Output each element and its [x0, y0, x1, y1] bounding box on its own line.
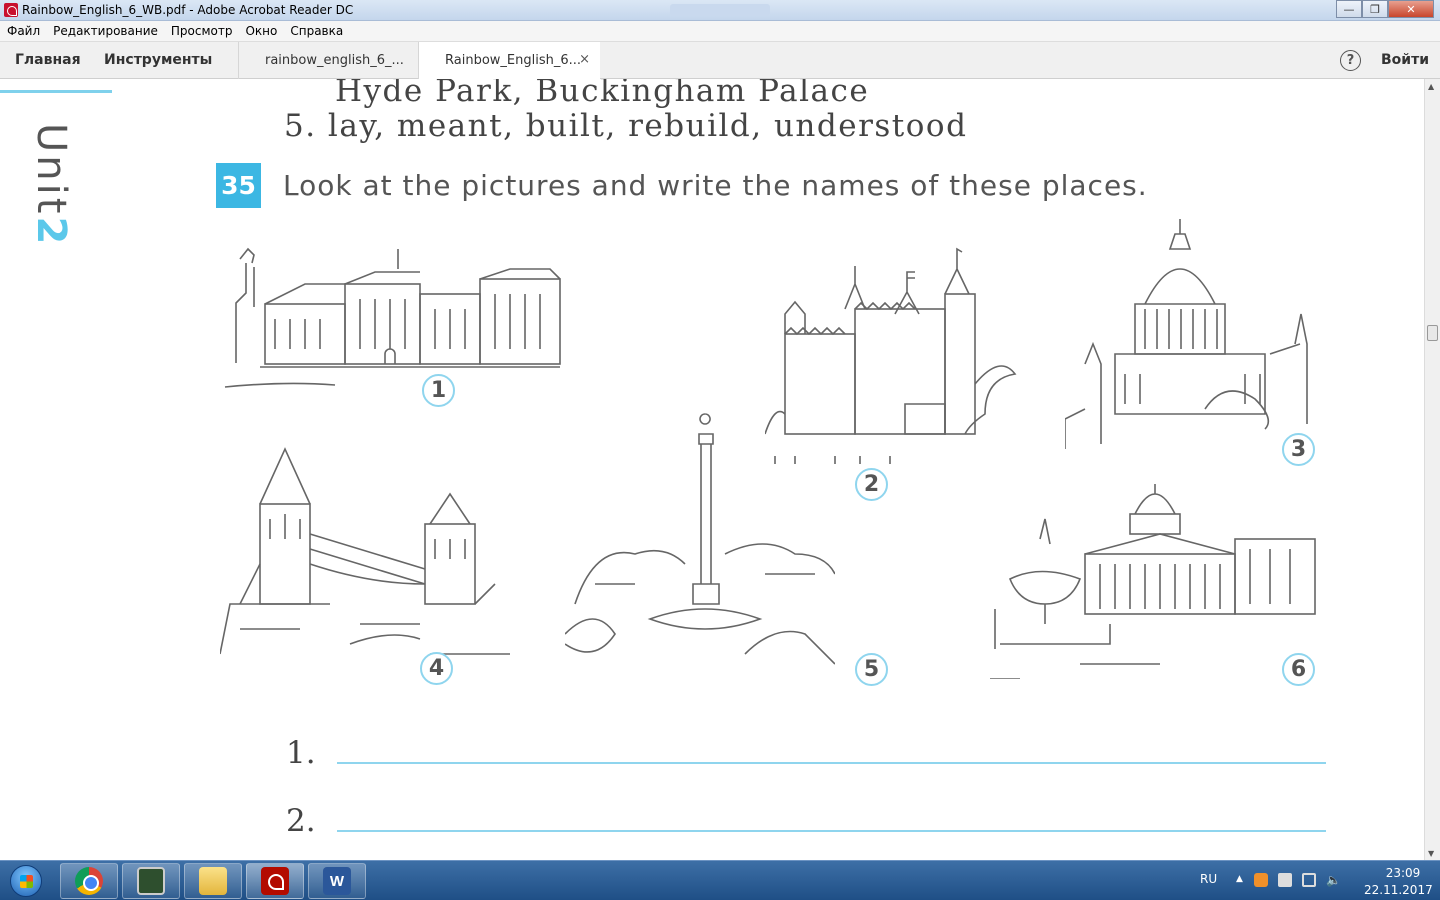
window-title: Rainbow_English_6_WB.pdf - Adobe Acrobat… — [22, 3, 354, 17]
volume-icon[interactable]: 🔈 — [1326, 873, 1341, 887]
picture-1-palace — [220, 239, 565, 389]
picture-number-badge: 3 — [1282, 433, 1315, 466]
menu-window[interactable]: Окно — [245, 24, 277, 38]
answer-number-1: 1. — [286, 735, 316, 771]
picture-number-badge: 5 — [855, 653, 888, 686]
picture-number-badge: 1 — [422, 374, 455, 407]
picture-6-gallery — [990, 479, 1325, 680]
maximize-button[interactable]: ❐ — [1362, 0, 1388, 18]
scroll-up-icon[interactable]: ▲ — [1428, 82, 1434, 91]
taskbar-chrome[interactable] — [60, 863, 118, 899]
menu-view[interactable]: Просмотр — [171, 24, 233, 38]
windows-logo-icon — [10, 865, 42, 897]
windows-taskbar: W RU ▲ 🔈 23:09 22.11.2017 — [0, 860, 1440, 900]
answer-line-1[interactable] — [337, 762, 1326, 764]
show-hidden-icons[interactable]: ▲ — [1236, 874, 1243, 884]
acrobat-window: Rainbow_English_6_WB.pdf - Adobe Acrobat… — [0, 0, 1440, 900]
picture-number-badge: 6 — [1282, 653, 1315, 686]
menu-help[interactable]: Справка — [290, 24, 343, 38]
answer-line-2[interactable] — [337, 830, 1326, 832]
tray-app-icon[interactable] — [1254, 873, 1268, 887]
vertical-scrollbar[interactable]: ▲ ▼ — [1424, 79, 1440, 860]
word-icon: W — [323, 867, 351, 895]
network-icon[interactable] — [1302, 873, 1316, 887]
help-icon[interactable]: ? — [1340, 50, 1361, 71]
start-button[interactable] — [2, 863, 52, 899]
taskbar-acrobat[interactable] — [246, 863, 304, 899]
acrobat-toolbar: Главная Инструменты rainbow_english_6_..… — [0, 42, 1440, 80]
taskbar-word[interactable]: W — [308, 863, 366, 899]
previous-item-line: Hyde Park, Buckingham Palace — [335, 79, 870, 109]
picture-3-cathedral — [1064, 214, 1325, 454]
blurred-title-region — [670, 4, 770, 16]
tab-home[interactable]: Главная — [15, 52, 81, 68]
picture-4-bridge — [219, 444, 510, 664]
unit-accent-line — [0, 90, 112, 93]
tab-tools[interactable]: Инструменты — [104, 52, 212, 68]
window-controls: — ❐ ✕ — [1336, 0, 1434, 18]
acrobat-icon — [4, 3, 18, 17]
folder-icon — [199, 867, 227, 895]
system-tray: RU ▲ 🔈 23:09 22.11.2017 — [1190, 861, 1440, 900]
scroll-down-icon[interactable]: ▼ — [1428, 849, 1434, 858]
scroll-thumb[interactable] — [1427, 325, 1438, 341]
taskbar-explorer[interactable] — [184, 863, 242, 899]
taskbar-monitor[interactable] — [122, 863, 180, 899]
document-tab-2-label: Rainbow_English_6... — [445, 53, 582, 68]
clock-date[interactable]: 22.11.2017 — [1364, 883, 1433, 897]
menu-bar: Файл Редактирование Просмотр Окно Справк… — [0, 21, 1440, 42]
language-indicator[interactable]: RU — [1200, 872, 1217, 886]
picture-number-badge: 2 — [855, 468, 888, 501]
acrobat-icon — [261, 867, 289, 895]
picture-5-square — [564, 404, 836, 679]
clock-time[interactable]: 23:09 — [1376, 866, 1430, 880]
exercise-instruction: Look at the pictures and write the names… — [283, 169, 1148, 202]
picture-number-badge: 4 — [420, 652, 453, 685]
unit-number: 2 — [28, 216, 74, 248]
unit-word: Unit — [28, 123, 74, 217]
menu-file[interactable]: Файл — [7, 24, 40, 38]
minimize-button[interactable]: — — [1336, 0, 1362, 18]
document-tab-1[interactable]: rainbow_english_6_... — [238, 42, 418, 79]
menu-edit[interactable]: Редактирование — [53, 24, 158, 38]
monitor-icon — [137, 867, 165, 895]
document-view[interactable]: Unit2 Hyde Park, Buckingham Palace 5. la… — [0, 79, 1424, 860]
action-center-flag-icon[interactable] — [1278, 873, 1292, 887]
close-tab-icon[interactable]: × — [579, 52, 590, 67]
unit-label: Unit2 — [28, 123, 74, 247]
chrome-icon — [75, 867, 103, 895]
login-button[interactable]: Войти — [1381, 52, 1429, 68]
document-tab-2[interactable]: Rainbow_English_6... × — [418, 42, 600, 80]
document-tab-1-label: rainbow_english_6_... — [265, 53, 404, 68]
title-bar: Rainbow_English_6_WB.pdf - Adobe Acrobat… — [0, 0, 1440, 21]
item-5-line: 5. lay, meant, built, rebuild, understoo… — [284, 108, 968, 144]
exercise-number-badge: 35 — [216, 163, 261, 208]
close-button[interactable]: ✕ — [1388, 0, 1434, 18]
answer-number-2: 2. — [286, 803, 316, 839]
